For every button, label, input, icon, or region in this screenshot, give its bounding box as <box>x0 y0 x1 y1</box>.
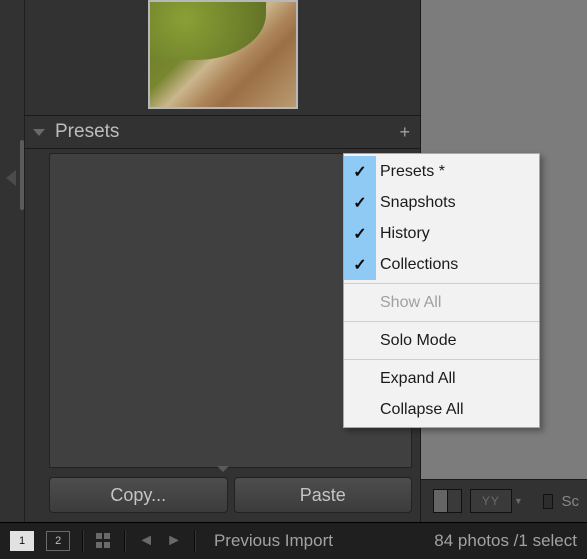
grid-view-icon[interactable] <box>96 533 112 549</box>
triangle-down-icon <box>33 129 45 136</box>
menu-item-expand-all[interactable]: Expand All <box>344 363 539 394</box>
panel-collapse-arrow-icon[interactable] <box>6 170 16 186</box>
menu-item-history[interactable]: ✓ History <box>344 218 539 249</box>
view-mode-toggle[interactable] <box>433 489 462 513</box>
check-icon: ✓ <box>344 156 376 187</box>
menu-item-collapse-all[interactable]: Collapse All <box>344 394 539 425</box>
left-gutter <box>0 0 25 522</box>
content-toolbar: YY ▼ Sc <box>421 479 587 522</box>
menu-separator <box>344 359 539 360</box>
chevron-down-icon[interactable]: ▼ <box>514 496 523 506</box>
menu-item-show-all: Show All <box>344 287 539 318</box>
source-label[interactable]: Previous Import <box>214 531 333 551</box>
prev-arrow-icon[interactable]: ◄ <box>138 532 154 550</box>
menu-separator <box>344 321 539 322</box>
panel-title: Presets <box>55 121 399 143</box>
panel-context-menu: ✓ Presets * ✓ Snapshots ✓ History ✓ Coll… <box>343 153 540 428</box>
separator <box>194 530 196 552</box>
check-icon: ✓ <box>344 187 376 218</box>
menu-item-snapshots[interactable]: ✓ Snapshots <box>344 187 539 218</box>
gutter-scroll-track[interactable] <box>20 140 24 210</box>
photo-count-label: 84 photos /1 select <box>434 531 577 551</box>
sc-checkbox[interactable] <box>543 494 554 509</box>
sc-label: Sc <box>561 493 579 510</box>
menu-item-collections[interactable]: ✓ Collections <box>344 249 539 280</box>
preview-thumbnail[interactable] <box>148 0 298 109</box>
next-arrow-icon[interactable]: ► <box>166 532 182 550</box>
copy-button[interactable]: Copy... <box>49 477 228 513</box>
paste-button[interactable]: Paste <box>234 477 413 513</box>
compare-mode-toggle[interactable]: YY <box>470 489 512 513</box>
copy-paste-row: Copy... Paste <box>25 474 420 522</box>
menu-item-solo-mode[interactable]: Solo Mode <box>344 325 539 356</box>
separator <box>124 530 126 552</box>
menu-item-presets[interactable]: ✓ Presets * <box>344 156 539 187</box>
thumbnail-area <box>25 0 420 115</box>
check-icon: ✓ <box>344 249 376 280</box>
secondary-display-1[interactable]: 1 <box>10 531 34 551</box>
check-icon: ✓ <box>344 218 376 249</box>
presets-panel-header[interactable]: Presets + <box>25 115 420 149</box>
add-preset-icon[interactable]: + <box>399 123 410 141</box>
secondary-display-2[interactable]: 2 <box>46 531 70 551</box>
menu-separator <box>344 283 539 284</box>
status-bar: 1 2 ◄ ► Previous Import 84 photos /1 sel… <box>0 522 587 559</box>
separator <box>82 530 84 552</box>
compare-label: YY <box>482 494 500 508</box>
